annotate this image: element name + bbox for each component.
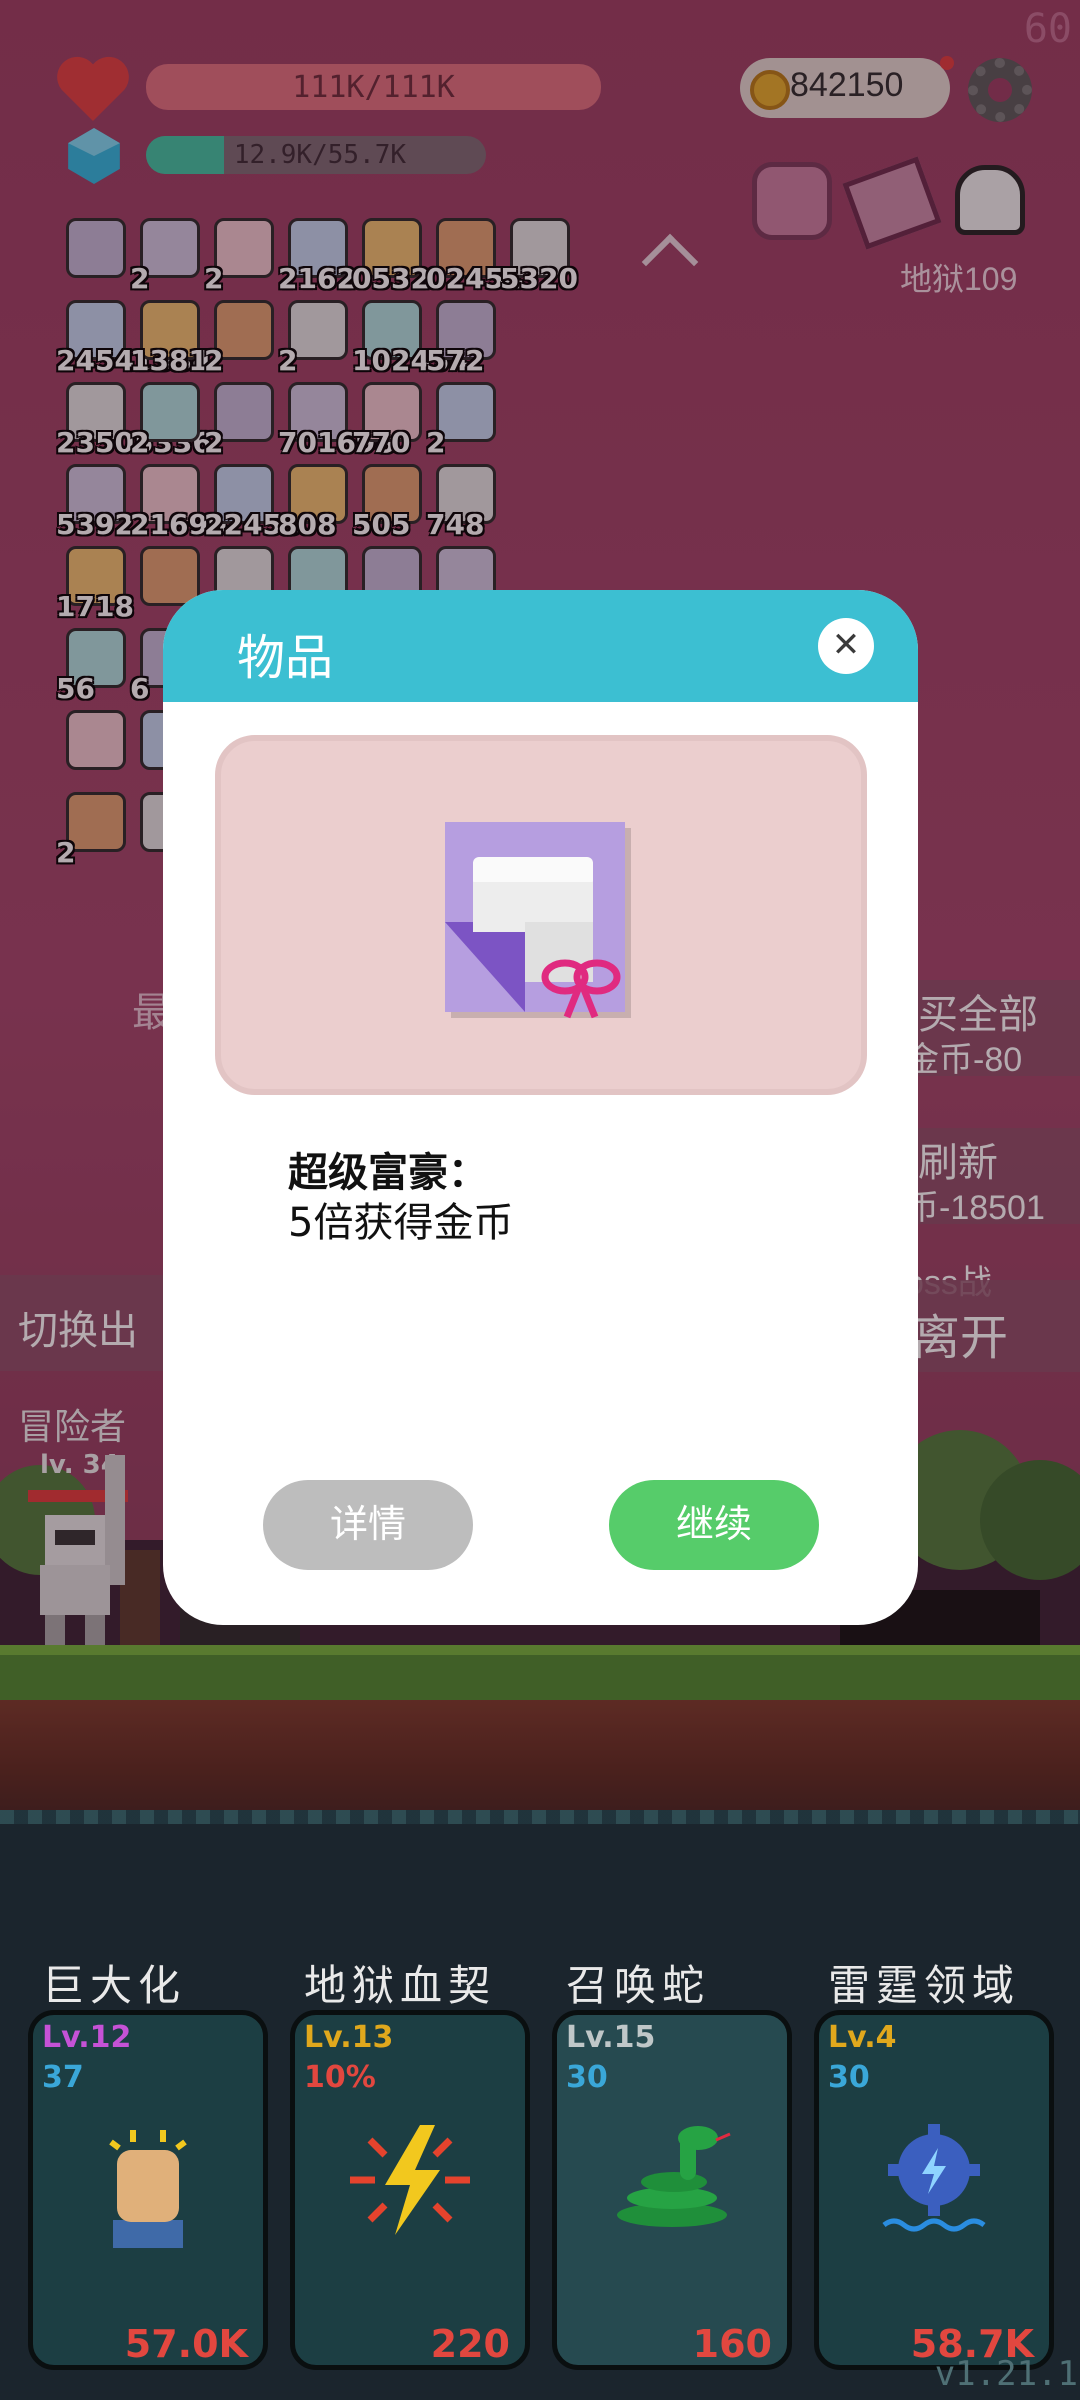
skill-title: 召唤蛇 <box>566 1961 711 2010</box>
skill-level: Lv.15 <box>566 2020 656 2055</box>
skill-title: 巨大化 <box>42 1961 187 2010</box>
skill-level: Lv.12 <box>42 2020 132 2055</box>
modal-title: 物品 <box>237 632 334 685</box>
skill-stat: 30 <box>828 2060 870 2095</box>
skill-title: 雷霆领域 <box>828 1961 1021 2010</box>
lightning-icon <box>340 2120 480 2240</box>
continue-button[interactable]: 继续 <box>609 1480 819 1570</box>
snake-icon <box>602 2120 742 2230</box>
details-button[interactable]: 详情 <box>263 1480 473 1570</box>
gift-card-icon <box>445 822 631 1019</box>
skill-cost: 160 <box>692 2322 772 2366</box>
item-description: 5倍获得金币 <box>288 1200 514 1246</box>
skill-cost: 57.0K <box>124 2322 248 2366</box>
thunder-mine-icon <box>864 2120 1004 2240</box>
skill-level: Lv.13 <box>304 2020 394 2055</box>
skill-stat: 30 <box>566 2060 608 2095</box>
skill-stat: 37 <box>42 2060 84 2095</box>
version-label: v1.21.1 <box>934 2354 1078 2394</box>
skill-title: 地狱血契 <box>304 1961 497 2010</box>
skill-level: Lv.4 <box>828 2020 897 2055</box>
close-icon[interactable]: ✕ <box>818 618 874 674</box>
skill-cost: 220 <box>430 2322 510 2366</box>
item-modal: 物品 ✕ 超级富豪： 5倍获得金币 详情 继续 <box>163 590 918 1625</box>
skill-stat: 10% <box>304 2060 376 2095</box>
fist-icon <box>78 2120 218 2250</box>
